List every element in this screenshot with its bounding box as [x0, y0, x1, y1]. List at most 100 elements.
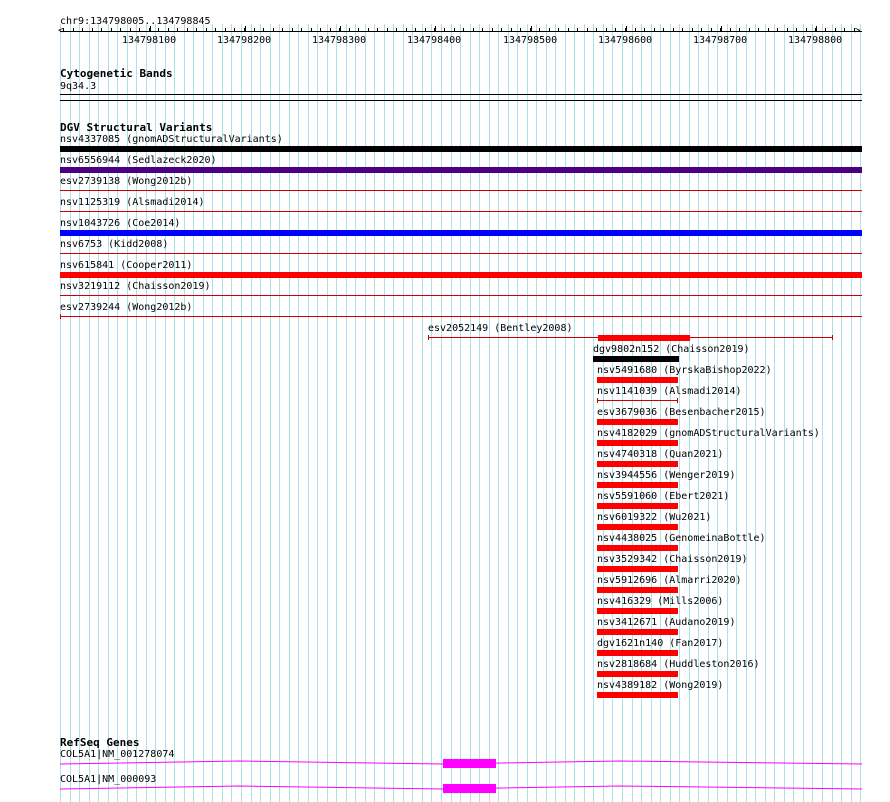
ruler-minor-tick [492, 28, 493, 31]
grid-line [574, 24, 575, 802]
grid-line [289, 24, 290, 802]
grid-line [822, 24, 823, 802]
variant-bar[interactable] [60, 167, 862, 173]
variant-line[interactable] [60, 211, 862, 212]
variant-label: nsv4337085 (gnomADStructuralVariants) [60, 134, 283, 145]
grid-line [393, 24, 394, 802]
ruler-minor-tick [349, 28, 350, 31]
variant-label: dgv1621n140 (Fan2017) [597, 638, 724, 649]
ruler-minor-tick [806, 28, 807, 31]
ruler-minor-tick [139, 28, 140, 31]
ruler-minor-tick [482, 28, 483, 31]
ruler-tick-label: 134798800 [788, 35, 843, 46]
ruler-tick-label: 134798200 [217, 35, 272, 46]
variant-bar[interactable] [593, 356, 679, 362]
ruler-minor-tick [158, 28, 159, 31]
grid-line [527, 24, 528, 802]
ruler-minor-tick [339, 28, 340, 31]
ruler-minor-tick [539, 28, 540, 31]
ruler-minor-tick [320, 28, 321, 31]
grid-line [784, 24, 785, 802]
ruler-axis [60, 31, 862, 32]
ruler-minor-tick [758, 28, 759, 31]
cytobands-title: Cytogenetic Bands [60, 67, 173, 80]
gene-model[interactable] [60, 758, 862, 770]
refseq-title: RefSeq Genes [60, 736, 140, 749]
grid-line [317, 24, 318, 802]
variant-bar[interactable] [597, 608, 678, 614]
ruler-minor-tick [644, 28, 645, 31]
variant-endcap [832, 335, 833, 340]
grid-line [565, 24, 566, 802]
ruler-major-tick [626, 26, 627, 31]
variant-bar[interactable] [597, 440, 678, 446]
variant-bar[interactable] [598, 335, 690, 341]
ruler-minor-tick [739, 28, 740, 31]
ruler-minor-tick [854, 28, 855, 31]
variant-label: nsv4740318 (Quan2021) [597, 449, 724, 460]
ruler-minor-tick [549, 28, 550, 31]
variant-bar[interactable] [597, 587, 678, 593]
ruler-minor-tick [301, 28, 302, 31]
ruler-minor-tick [63, 28, 64, 31]
variant-label: nsv5591060 (Ebert2021) [597, 491, 730, 502]
variant-bar[interactable] [597, 545, 678, 551]
variant-line[interactable] [60, 253, 862, 254]
variant-line[interactable] [60, 190, 862, 191]
ruler-minor-tick [558, 28, 559, 31]
variant-line[interactable] [597, 400, 678, 401]
ruler-minor-tick [635, 28, 636, 31]
variant-bar[interactable] [60, 272, 862, 278]
ruler-minor-tick [825, 28, 826, 31]
ruler-major-tick [435, 26, 436, 31]
variant-label: nsv1043726 (Coe2014) [60, 218, 181, 229]
ruler-minor-tick [473, 28, 474, 31]
ruler-minor-tick [596, 28, 597, 31]
ruler-minor-tick [368, 28, 369, 31]
ruler-minor-tick [530, 28, 531, 31]
grid-line [336, 24, 337, 802]
variant-label: nsv6019322 (Wu2021) [597, 512, 712, 523]
ruler-tick-label: 134798500 [503, 35, 558, 46]
variant-bar[interactable] [597, 503, 678, 509]
variant-line[interactable] [60, 316, 862, 317]
ruler-minor-tick [196, 28, 197, 31]
variant-bar[interactable] [597, 482, 678, 488]
variant-label: esv3679036 (Besenbacher2015) [597, 407, 766, 418]
variant-bar[interactable] [597, 650, 678, 656]
variant-label: nsv1141039 (Alsmadi2014) [597, 386, 742, 397]
ruler-minor-tick [120, 28, 121, 31]
gene-model[interactable] [60, 783, 862, 795]
cytoband-line-top[interactable] [60, 94, 862, 95]
variant-endcap [428, 335, 429, 340]
ruler-right-arrow: > [855, 26, 861, 36]
variant-bar[interactable] [60, 146, 862, 152]
ruler-tick-label: 134798600 [598, 35, 653, 46]
variant-bar[interactable] [597, 566, 678, 572]
ruler-minor-tick [73, 28, 74, 31]
grid-line [441, 24, 442, 802]
variant-bar[interactable] [597, 377, 678, 383]
ruler-minor-tick [625, 28, 626, 31]
grid-line [470, 24, 471, 802]
cytoband-line-bottom[interactable] [60, 100, 862, 101]
gene-exon[interactable] [443, 784, 496, 793]
variant-bar[interactable] [60, 230, 862, 236]
gene-exon[interactable] [443, 759, 496, 768]
ruler-minor-tick [606, 28, 607, 31]
variant-bar[interactable] [597, 419, 678, 425]
ruler-minor-tick [777, 28, 778, 31]
variant-bar[interactable] [597, 692, 678, 698]
variant-bar[interactable] [597, 671, 678, 677]
variant-bar[interactable] [597, 461, 678, 467]
ruler-minor-tick [568, 28, 569, 31]
ruler-minor-tick [292, 28, 293, 31]
variant-line[interactable] [60, 295, 862, 296]
ruler-tick-label: 134798100 [122, 35, 177, 46]
ruler-tick-label: 134798700 [693, 35, 748, 46]
ruler-minor-tick [282, 28, 283, 31]
ruler-minor-tick [406, 28, 407, 31]
variant-bar[interactable] [597, 629, 678, 635]
ruler-minor-tick [615, 28, 616, 31]
variant-bar[interactable] [597, 524, 678, 530]
